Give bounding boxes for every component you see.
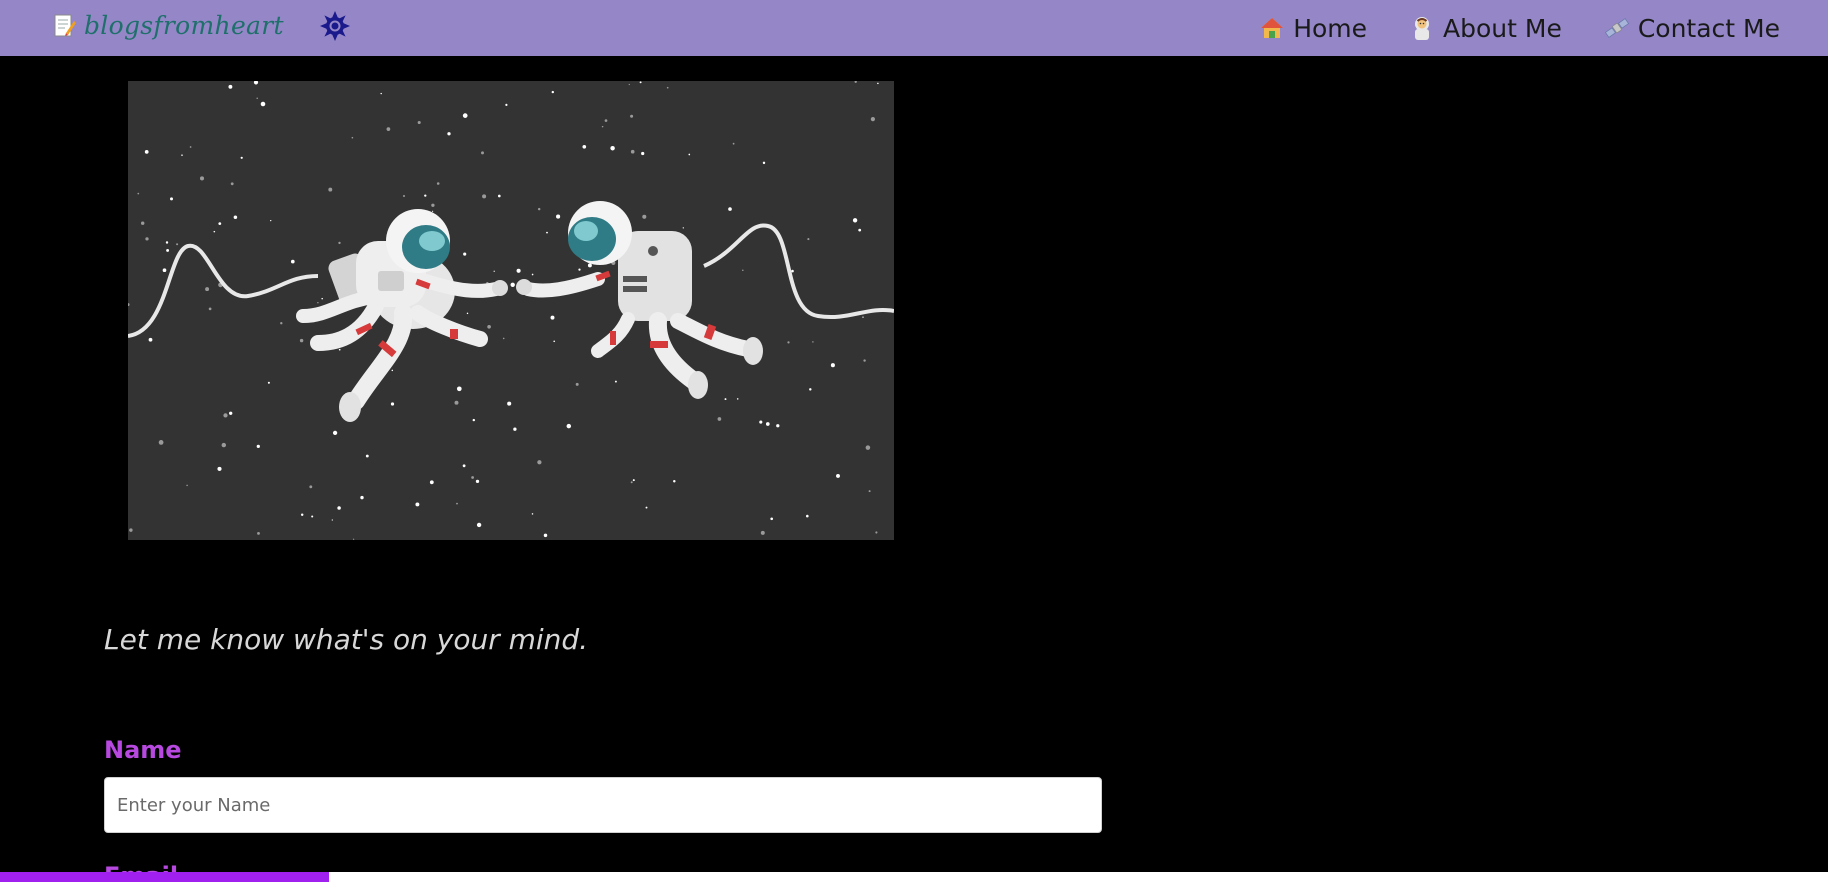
astronaut-icon: [1415, 17, 1430, 40]
nav-links: Home About Me Contact Me: [1217, 0, 1780, 56]
nav-about[interactable]: About Me: [1409, 14, 1562, 43]
satellite-icon: [1604, 18, 1629, 38]
nav-contact[interactable]: Contact Me: [1604, 14, 1780, 43]
nav-home[interactable]: Home: [1259, 14, 1367, 43]
name-label: Name: [104, 736, 182, 764]
nav-contact-label: Contact Me: [1637, 13, 1780, 43]
page-tagline: Let me know what's on your mind.: [104, 623, 589, 656]
brand-link[interactable]: blogsfromheart: [54, 11, 284, 40]
nav-about-label: About Me: [1443, 13, 1562, 43]
navbar: blogsfromheart Home About Me Contact Me: [0, 0, 1828, 56]
scroll-progress-track: [0, 872, 1828, 882]
name-input[interactable]: [104, 777, 1102, 833]
brand-name: blogsfromheart: [84, 11, 284, 40]
memo-pencil-icon: [54, 14, 76, 36]
page: blogsfromheart Home About Me Contact Me …: [0, 0, 1828, 882]
hero-image: [128, 81, 894, 540]
astronauts-illustration: [128, 81, 894, 540]
scroll-progress-fill: [0, 872, 329, 882]
house-icon: [1261, 18, 1284, 38]
nav-home-label: Home: [1293, 13, 1368, 43]
gear-sun-icon[interactable]: [319, 10, 351, 42]
